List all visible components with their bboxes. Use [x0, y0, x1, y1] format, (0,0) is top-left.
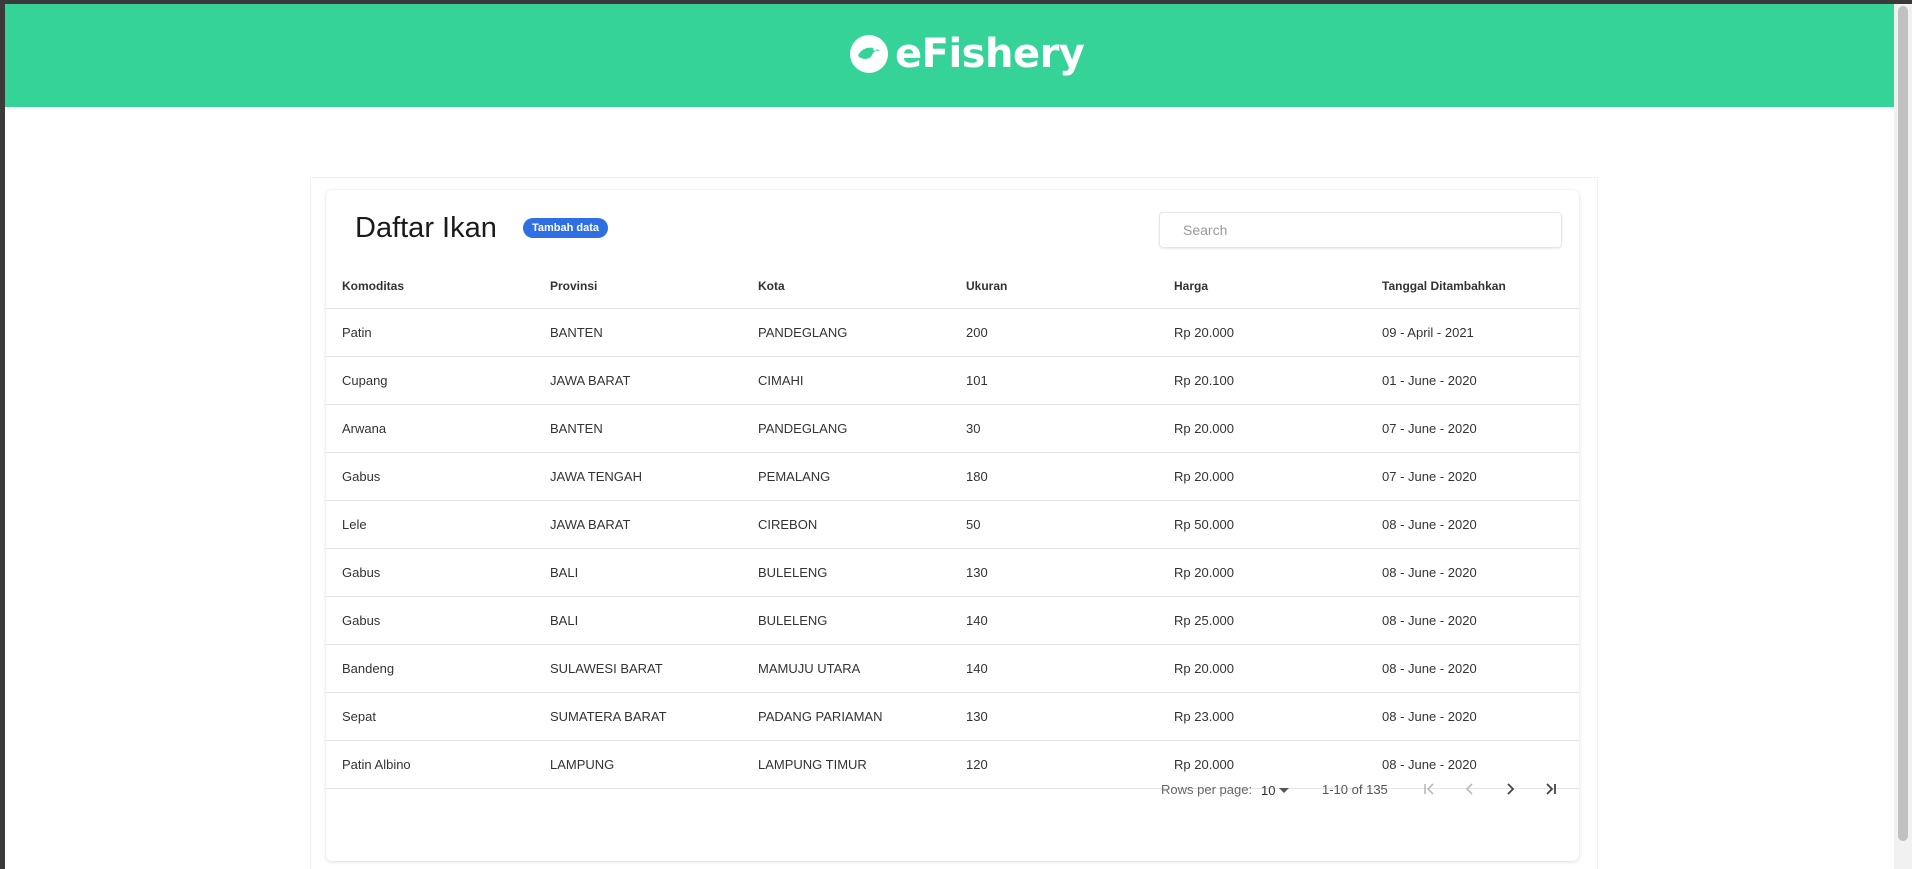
table-row[interactable]: Patin BANTEN PANDEGLANG 200 Rp 20.000 09…	[326, 308, 1579, 357]
cell-harga: Rp 50.000	[1158, 500, 1366, 549]
cell-kota: CIREBON	[742, 500, 950, 549]
cell-harga: Rp 20.000	[1158, 404, 1366, 453]
table-row[interactable]: Cupang JAWA BARAT CIMAHI 101 Rp 20.100 0…	[326, 356, 1579, 405]
vertical-scrollbar[interactable]	[1894, 4, 1912, 869]
cell-harga: Rp 23.000	[1158, 692, 1366, 741]
cell-ukuran: 50	[950, 500, 1158, 549]
table-header-row: Komoditas Provinsi Kota Ukuran Harga Tan…	[326, 264, 1579, 309]
cell-provinsi: SUMATERA BARAT	[534, 692, 742, 741]
next-page-icon	[1507, 783, 1515, 795]
table-row[interactable]: Arwana BANTEN PANDEGLANG 30 Rp 20.000 07…	[326, 404, 1579, 453]
cell-ukuran: 180	[950, 452, 1158, 501]
cell-komoditas: Gabus	[326, 548, 534, 597]
table-row[interactable]: Gabus JAWA TENGAH PEMALANG 180 Rp 20.000…	[326, 452, 1579, 501]
cell-provinsi: BALI	[534, 548, 742, 597]
cell-ukuran: 130	[950, 692, 1158, 741]
cell-komoditas: Sepat	[326, 692, 534, 741]
cell-provinsi: JAWA BARAT	[534, 500, 742, 549]
column-header-komoditas[interactable]: Komoditas	[326, 264, 534, 309]
cell-tanggal: 07 - June - 2020	[1366, 404, 1579, 453]
cell-provinsi: BALI	[534, 596, 742, 645]
column-header-ukuran[interactable]: Ukuran	[950, 264, 1158, 309]
fish-table: Komoditas Provinsi Kota Ukuran Harga Tan…	[326, 264, 1579, 789]
cell-tanggal: 08 - June - 2020	[1366, 596, 1579, 645]
browser-viewport: eFishery Daftar Ikan Tambah data Komodit…	[5, 4, 1894, 869]
cell-provinsi: JAWA BARAT	[534, 356, 742, 405]
cell-kota: BULELENG	[742, 596, 950, 645]
cell-kota: PADANG PARIAMAN	[742, 692, 950, 741]
cell-komoditas: Gabus	[326, 596, 534, 645]
cell-tanggal: 08 - June - 2020	[1366, 500, 1579, 549]
cell-komoditas: Gabus	[326, 452, 534, 501]
table-row[interactable]: Gabus BALI BULELENG 130 Rp 20.000 08 - J…	[326, 548, 1579, 597]
cell-harga: Rp 20.000	[1158, 452, 1366, 501]
column-header-provinsi[interactable]: Provinsi	[534, 264, 742, 309]
fish-logo-icon	[850, 35, 888, 73]
cell-tanggal: 09 - April - 2021	[1366, 308, 1579, 357]
scrollbar-thumb[interactable]	[1898, 6, 1908, 841]
column-header-harga[interactable]: Harga	[1158, 264, 1366, 309]
rows-per-page-select[interactable]: 10	[1261, 779, 1290, 801]
cell-komoditas: Cupang	[326, 356, 534, 405]
cell-harga: Rp 20.100	[1158, 356, 1366, 405]
previous-page-button[interactable]	[1455, 774, 1485, 804]
table-row[interactable]: Sepat SUMATERA BARAT PADANG PARIAMAN 130…	[326, 692, 1579, 741]
cell-kota: CIMAHI	[742, 356, 950, 405]
first-page-icon	[1424, 783, 1434, 795]
cell-harga: Rp 20.000	[1158, 548, 1366, 597]
last-page-button[interactable]	[1535, 774, 1565, 804]
cell-provinsi: JAWA TENGAH	[534, 452, 742, 501]
page-title: Daftar Ikan	[355, 212, 497, 244]
pagination-range: 1-10 of 135	[1322, 782, 1388, 797]
search-input[interactable]	[1159, 212, 1562, 248]
brand-name: eFishery	[895, 31, 1085, 77]
table-row[interactable]: Bandeng SULAWESI BARAT MAMUJU UTARA 140 …	[326, 644, 1579, 693]
cell-komoditas: Arwana	[326, 404, 534, 453]
cell-tanggal: 08 - June - 2020	[1366, 644, 1579, 693]
next-page-button[interactable]	[1495, 774, 1525, 804]
cell-komoditas: Patin	[326, 308, 534, 357]
cell-ukuran: 140	[950, 644, 1158, 693]
cell-provinsi: SULAWESI BARAT	[534, 644, 742, 693]
cell-provinsi: BANTEN	[534, 308, 742, 357]
table-row[interactable]: Lele JAWA BARAT CIREBON 50 Rp 50.000 08 …	[326, 500, 1579, 549]
cell-ukuran: 200	[950, 308, 1158, 357]
table-pagination: Rows per page: 10 1-10 of 135	[326, 759, 1579, 819]
app-header: eFishery	[5, 4, 1894, 107]
add-data-button[interactable]: Tambah data	[523, 218, 609, 238]
cell-ukuran: 130	[950, 548, 1158, 597]
cell-ukuran: 140	[950, 596, 1158, 645]
cell-kota: PANDEGLANG	[742, 308, 950, 357]
fish-list-card: Daftar Ikan Tambah data Komoditas Provin…	[326, 190, 1579, 861]
cell-ukuran: 30	[950, 404, 1158, 453]
column-header-kota[interactable]: Kota	[742, 264, 950, 309]
cell-harga: Rp 20.000	[1158, 644, 1366, 693]
cell-tanggal: 08 - June - 2020	[1366, 548, 1579, 597]
brand-logo[interactable]: eFishery	[849, 30, 1085, 78]
cell-kota: MAMUJU UTARA	[742, 644, 950, 693]
cell-kota: PEMALANG	[742, 452, 950, 501]
rows-per-page-value: 10	[1261, 782, 1276, 798]
first-page-button[interactable]	[1415, 774, 1445, 804]
rows-per-page-label: Rows per page:	[1161, 782, 1253, 797]
cell-harga: Rp 20.000	[1158, 308, 1366, 357]
cell-komoditas: Bandeng	[326, 644, 534, 693]
column-header-tanggal[interactable]: Tanggal Ditambahkan	[1366, 264, 1579, 309]
cell-tanggal: 08 - June - 2020	[1366, 692, 1579, 741]
cell-tanggal: 07 - June - 2020	[1366, 452, 1579, 501]
cell-harga: Rp 25.000	[1158, 596, 1366, 645]
cell-provinsi: BANTEN	[534, 404, 742, 453]
caret-down-icon	[1279, 787, 1290, 793]
table-row[interactable]: Gabus BALI BULELENG 140 Rp 25.000 08 - J…	[326, 596, 1579, 645]
previous-page-icon	[1465, 783, 1473, 795]
cell-komoditas: Lele	[326, 500, 534, 549]
cell-kota: PANDEGLANG	[742, 404, 950, 453]
cell-kota: BULELENG	[742, 548, 950, 597]
last-page-icon	[1546, 783, 1556, 795]
cell-ukuran: 101	[950, 356, 1158, 405]
cell-tanggal: 01 - June - 2020	[1366, 356, 1579, 405]
